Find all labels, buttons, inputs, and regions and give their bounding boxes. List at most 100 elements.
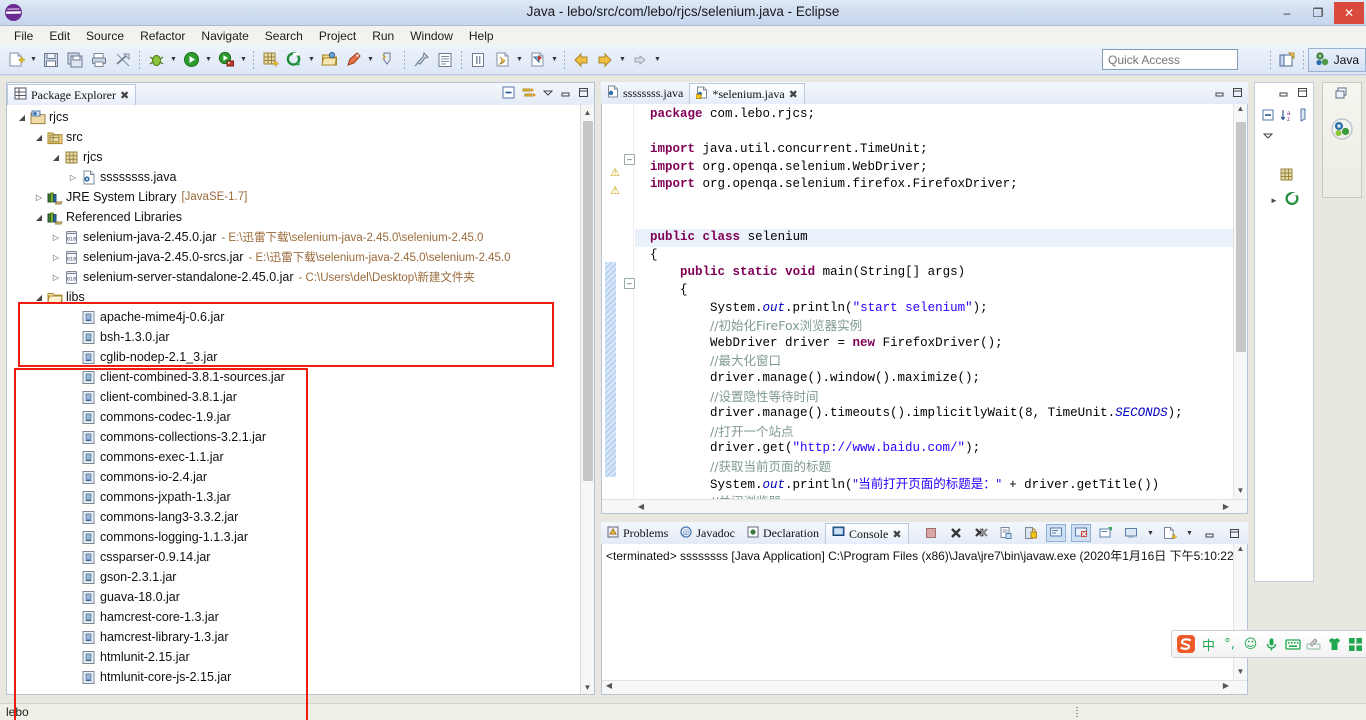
- tree-row[interactable]: ◢ libs: [7, 287, 580, 307]
- minimize-button[interactable]: –: [1272, 2, 1302, 24]
- tree-row[interactable]: hamcrest-library-1.3.jar: [7, 627, 580, 647]
- package-explorer-tree[interactable]: ◢ rjcs ◢ src ◢ rjcs ▷ ssssssss.java ▷ JRE System …: [7, 105, 580, 687]
- chevron-down-icon[interactable]: ▼: [203, 49, 214, 71]
- chevron-right-icon[interactable]: ▷: [49, 273, 63, 282]
- new-java-class-icon[interactable]: [283, 49, 305, 71]
- next-annotation-icon[interactable]: [434, 49, 456, 71]
- clear-console-icon[interactable]: [996, 524, 1016, 542]
- soft-keyboard-icon[interactable]: [1283, 635, 1302, 654]
- close-button[interactable]: ✕: [1334, 2, 1364, 24]
- tree-row[interactable]: commons-lang3-3.3.2.jar: [7, 507, 580, 527]
- sogou-ime-toolbar[interactable]: 中 °‚ ☺: [1171, 630, 1366, 658]
- tree-row[interactable]: hamcrest-core-1.3.jar: [7, 607, 580, 627]
- close-icon[interactable]: ✖: [789, 88, 798, 101]
- quick-access-input[interactable]: [1102, 49, 1238, 70]
- emoji-icon[interactable]: ☺: [1241, 635, 1260, 654]
- tree-row[interactable]: commons-exec-1.1.jar: [7, 447, 580, 467]
- chevron-down-icon[interactable]: ▼: [1185, 530, 1194, 537]
- chevron-down-icon[interactable]: ▼: [168, 49, 179, 71]
- back-icon[interactable]: [570, 49, 592, 71]
- forward-alt-icon[interactable]: [629, 49, 651, 71]
- chevron-right-icon[interactable]: ▷: [49, 233, 63, 242]
- menu-item-run[interactable]: Run: [364, 28, 402, 44]
- punctuation-mode-icon[interactable]: °‚: [1220, 635, 1239, 654]
- save-all-icon[interactable]: [64, 49, 86, 71]
- scrollbar-thumb[interactable]: [1236, 122, 1246, 352]
- remove-launch-icon[interactable]: [946, 524, 966, 542]
- scroll-left-icon[interactable]: ◀: [634, 500, 648, 513]
- scroll-up-icon[interactable]: ▲: [581, 105, 594, 119]
- minimize-icon[interactable]: [1213, 86, 1226, 102]
- new-console-view-icon[interactable]: [1160, 524, 1180, 542]
- last-edit-location-icon[interactable]: [491, 49, 513, 71]
- hide-fields-icon[interactable]: [1299, 108, 1309, 125]
- tab-ssssssss-java[interactable]: ssssssss.java: [601, 83, 689, 104]
- tab-problems[interactable]: Problems: [601, 523, 674, 544]
- chevron-down-icon[interactable]: ▼: [549, 49, 560, 71]
- fold-collapse-icon[interactable]: –: [624, 278, 635, 289]
- editor-gutter[interactable]: – ⚠ ⚠ –: [602, 104, 635, 513]
- tree-row[interactable]: client-combined-3.8.1.jar: [7, 387, 580, 407]
- tree-row[interactable]: commons-io-2.4.jar: [7, 467, 580, 487]
- open-type-icon[interactable]: [318, 49, 340, 71]
- chevron-down-icon[interactable]: ◢: [32, 213, 46, 222]
- editor-vscrollbar[interactable]: ▲ ▼: [1233, 104, 1247, 499]
- perspective-java-button[interactable]: Java: [1307, 48, 1366, 72]
- scroll-right-icon[interactable]: ▶: [1219, 681, 1233, 694]
- fold-collapse-icon[interactable]: –: [624, 154, 635, 165]
- handwriting-icon[interactable]: [1304, 635, 1323, 654]
- collapse-all-icon[interactable]: [501, 85, 516, 103]
- chevron-down-icon[interactable]: ▼: [514, 49, 525, 71]
- next-edit-icon[interactable]: [526, 49, 548, 71]
- minimize-icon[interactable]: [559, 86, 572, 102]
- scroll-up-icon[interactable]: ▲: [1234, 544, 1247, 557]
- run-icon[interactable]: [180, 49, 202, 71]
- scroll-right-icon[interactable]: ▶: [1219, 500, 1233, 513]
- sogou-logo-icon[interactable]: [1175, 633, 1197, 655]
- tree-row[interactable]: ▷ JRE System Library [JavaSE-1.7]: [7, 187, 580, 207]
- chevron-right-icon[interactable]: ▷: [32, 193, 46, 202]
- maximize-icon[interactable]: [577, 86, 590, 102]
- menu-item-edit[interactable]: Edit: [41, 28, 78, 44]
- close-icon[interactable]: ✖: [120, 89, 129, 102]
- debug-icon[interactable]: [145, 49, 167, 71]
- chinese-mode-icon[interactable]: 中: [1199, 635, 1218, 654]
- tree-row[interactable]: ◢ Referenced Libraries: [7, 207, 580, 227]
- tree-row[interactable]: ◢ src: [7, 127, 580, 147]
- tree-row[interactable]: commons-codec-1.9.jar: [7, 407, 580, 427]
- scroll-lock-icon[interactable]: [1021, 524, 1041, 542]
- fast-view-restore[interactable]: [1323, 83, 1361, 106]
- close-icon[interactable]: ✖: [892, 528, 901, 541]
- chevron-right-icon[interactable]: ▷: [49, 253, 63, 262]
- scroll-up-icon[interactable]: ▲: [1234, 104, 1247, 117]
- remove-all-terminated-icon[interactable]: [971, 524, 991, 542]
- tree-row[interactable]: ▷ 010 selenium-java-2.45.0.jar - E:\迅雷下载\se…: [7, 227, 580, 247]
- chevron-down-icon[interactable]: ▼: [617, 49, 628, 71]
- minimize-icon[interactable]: [1277, 86, 1290, 102]
- tree-row[interactable]: ▷ 010 selenium-server-standalone-2.45.0.ja…: [7, 267, 580, 287]
- menu-item-navigate[interactable]: Navigate: [193, 28, 256, 44]
- scrollbar-thumb[interactable]: [583, 121, 593, 481]
- tab-declaration[interactable]: Declaration: [741, 523, 825, 544]
- skin-icon[interactable]: [1325, 635, 1344, 654]
- open-perspective-icon[interactable]: [1276, 49, 1298, 71]
- tab-selenium-java[interactable]: *selenium.java ✖: [689, 83, 805, 104]
- forward-icon[interactable]: [594, 49, 616, 71]
- tree-row[interactable]: htmlunit-core-js-2.15.jar: [7, 667, 580, 687]
- toolbox-icon[interactable]: [1346, 635, 1365, 654]
- fast-view-package-explorer[interactable]: [1323, 114, 1361, 147]
- tree-row[interactable]: commons-logging-1.1.3.jar: [7, 527, 580, 547]
- console-hscrollbar[interactable]: ◀ ▶: [602, 680, 1247, 694]
- chevron-right-icon[interactable]: ►: [1267, 196, 1281, 205]
- pin-editor-icon[interactable]: [410, 49, 432, 71]
- outline-item-class[interactable]: ►: [1255, 188, 1313, 212]
- minimize-icon[interactable]: [1199, 524, 1219, 542]
- tree-row[interactable]: ◢ rjcs: [7, 107, 580, 127]
- collapse-all-icon[interactable]: [1261, 108, 1275, 125]
- editor-hscrollbar[interactable]: ◀ ▶: [602, 499, 1247, 513]
- pin-console-icon[interactable]: [1046, 524, 1066, 542]
- menu-item-search[interactable]: Search: [257, 28, 311, 44]
- chevron-down-icon[interactable]: ▼: [238, 49, 249, 71]
- print-icon[interactable]: [88, 49, 110, 71]
- menu-item-refactor[interactable]: Refactor: [132, 28, 193, 44]
